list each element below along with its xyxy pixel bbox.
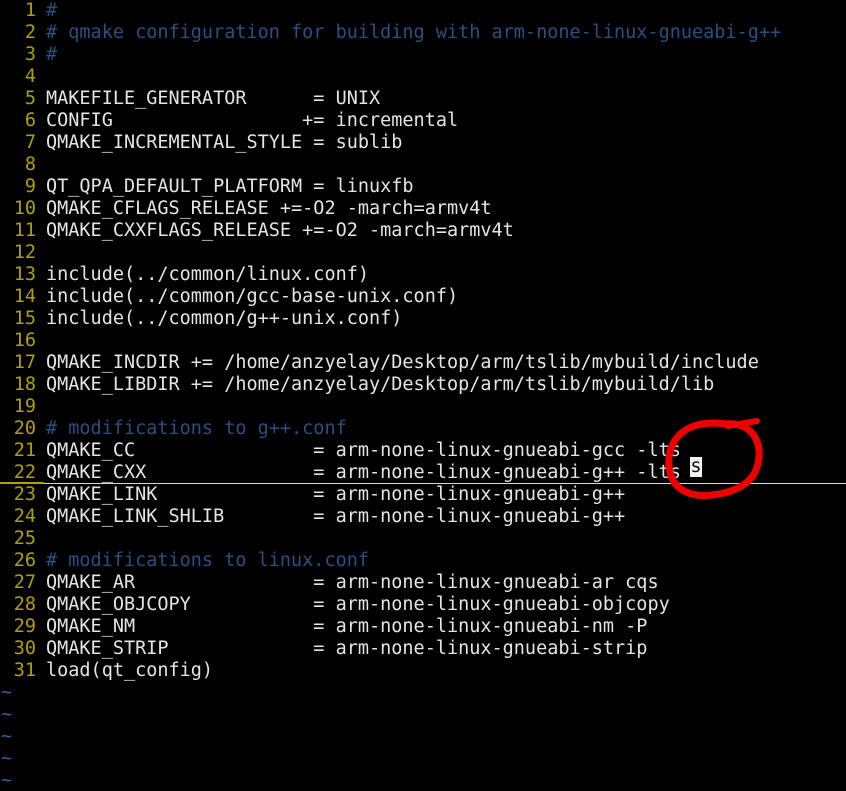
line-number: 12 xyxy=(13,242,36,263)
line-number: 28 xyxy=(13,594,36,615)
code-line-text: QMAKE_INCDIR += /home/anzyelay/Desktop/a… xyxy=(46,352,759,373)
code-line[interactable]: 29 QMAKE_NM = arm-none-linux-gnueabi-nm -… xyxy=(0,616,846,638)
code-line[interactable]: 11 QMAKE_CXXFLAGS_RELEASE +=-O2 -march=ar… xyxy=(0,220,846,242)
code-line[interactable]: 22 QMAKE_CXX = arm-none-linux-gnueabi-g++… xyxy=(0,462,846,484)
code-comment-text: # xyxy=(46,0,58,21)
code-line[interactable]: 25 xyxy=(0,528,846,550)
code-line-text: QMAKE_AR = arm-none-linux-gnueabi-ar cqs xyxy=(46,572,659,593)
line-number: 16 xyxy=(13,330,36,351)
code-line[interactable]: 4 xyxy=(0,66,846,88)
code-line-text: QMAKE_CXX = arm-none-linux-gnueabi-g++ -… xyxy=(46,462,681,483)
code-line[interactable]: 20 # modifications to g++.conf xyxy=(0,418,846,440)
line-number: 24 xyxy=(13,506,36,527)
code-line[interactable]: 10 QMAKE_CFLAGS_RELEASE +=-O2 -march=armv… xyxy=(0,198,846,220)
code-line-text: QMAKE_OBJCOPY = arm-none-linux-gnueabi-o… xyxy=(46,594,670,615)
code-line-text: include(../common/gcc-base-unix.conf) xyxy=(46,286,459,307)
code-comment-text: # modifications to g++.conf xyxy=(46,418,347,439)
code-comment-text: # qmake configuration for building with … xyxy=(46,22,782,43)
code-line-text: include(../common/g++-unix.conf) xyxy=(46,308,403,329)
line-number: 25 xyxy=(13,528,36,549)
empty-line-marker: ~ xyxy=(1,770,13,791)
code-comment-text: # xyxy=(46,44,58,65)
line-number: 23 xyxy=(13,484,36,505)
line-number: 4 xyxy=(24,66,36,87)
code-line[interactable]: 30 QMAKE_STRIP = arm-none-linux-gnueabi-s… xyxy=(0,638,846,660)
line-number: 8 xyxy=(24,154,36,175)
vim-terminal-window: 1 #2 # qmake configuration for building wi… xyxy=(0,0,846,791)
code-line[interactable]: 15 include(../common/g++-unix.conf) xyxy=(0,308,846,330)
empty-line-marker: ~ xyxy=(1,704,13,725)
code-line-text: QMAKE_CXXFLAGS_RELEASE +=-O2 -march=armv… xyxy=(46,220,514,241)
code-line-text: QMAKE_LINK_SHLIB = arm-none-linux-gnueab… xyxy=(46,506,626,527)
code-line-text: QMAKE_STRIP = arm-none-linux-gnueabi-str… xyxy=(46,638,648,659)
line-number: 3 xyxy=(24,44,36,65)
line-number: 30 xyxy=(13,638,36,659)
line-number: 27 xyxy=(13,572,36,593)
code-line-text: QMAKE_NM = arm-none-linux-gnueabi-nm -P xyxy=(46,616,648,637)
code-line[interactable]: 31 load(qt_config) xyxy=(0,660,846,682)
code-line-text: QMAKE_CFLAGS_RELEASE +=-O2 -march=armv4t xyxy=(46,198,492,219)
line-number: 14 xyxy=(13,286,36,307)
empty-line-marker: ~ xyxy=(1,726,13,747)
line-number: 22 xyxy=(13,462,36,483)
code-line-text: CONFIG += incremental xyxy=(46,110,459,131)
code-line-text: QT_QPA_DEFAULT_PLATFORM = linuxfb xyxy=(46,176,414,197)
code-line[interactable]: 9 QT_QPA_DEFAULT_PLATFORM = linuxfb xyxy=(0,176,846,198)
line-number: 21 xyxy=(13,440,36,461)
empty-line-marker: ~ xyxy=(1,682,13,703)
code-line[interactable]: 19 xyxy=(0,396,846,418)
text-cursor: s xyxy=(690,456,702,477)
code-line[interactable]: 18 QMAKE_LIBDIR += /home/anzyelay/Desktop… xyxy=(0,374,846,396)
line-number: 26 xyxy=(13,550,36,571)
line-number: 6 xyxy=(24,110,36,131)
code-line-text: load(qt_config) xyxy=(46,660,214,681)
code-line-text: QMAKE_INCREMENTAL_STYLE = sublib xyxy=(46,132,403,153)
line-number: 15 xyxy=(13,308,36,329)
code-line[interactable]: 24 QMAKE_LINK_SHLIB = arm-none-linux-gnue… xyxy=(0,506,846,528)
code-line-text: QMAKE_LINK = arm-none-linux-gnueabi-g++ xyxy=(46,484,626,505)
line-number: 10 xyxy=(13,198,36,219)
line-number: 5 xyxy=(24,88,36,109)
line-number: 7 xyxy=(24,132,36,153)
line-number: 17 xyxy=(13,352,36,373)
line-number: 19 xyxy=(13,396,36,417)
code-line[interactable]: 27 QMAKE_AR = arm-none-linux-gnueabi-ar c… xyxy=(0,572,846,594)
line-number: 9 xyxy=(24,176,36,197)
empty-line-marker: ~ xyxy=(1,748,13,769)
code-line[interactable]: 2 # qmake configuration for building with… xyxy=(0,22,846,44)
code-line[interactable]: 16 xyxy=(0,330,846,352)
line-number: 13 xyxy=(13,264,36,285)
code-line[interactable]: 17 QMAKE_INCDIR += /home/anzyelay/Desktop… xyxy=(0,352,846,374)
code-line[interactable]: 5 MAKEFILE_GENERATOR = UNIX xyxy=(0,88,846,110)
code-line[interactable]: 1 # xyxy=(0,0,846,22)
code-line-text: QMAKE_CC = arm-none-linux-gnueabi-gcc -l… xyxy=(46,440,681,461)
line-number: 20 xyxy=(13,418,36,439)
code-line[interactable]: 3 # xyxy=(0,44,846,66)
code-line[interactable]: 8 xyxy=(0,154,846,176)
code-line[interactable]: 7 QMAKE_INCREMENTAL_STYLE = sublib xyxy=(0,132,846,154)
line-number: 29 xyxy=(13,616,36,637)
vim-editor-buffer[interactable]: 1 #2 # qmake configuration for building wi… xyxy=(0,0,846,791)
line-number: 2 xyxy=(24,22,36,43)
code-line[interactable]: 12 xyxy=(0,242,846,264)
code-line[interactable]: 26 # modifications to linux.conf xyxy=(0,550,846,572)
code-line[interactable]: 21 QMAKE_CC = arm-none-linux-gnueabi-gcc … xyxy=(0,440,846,462)
line-number: 31 xyxy=(13,660,36,681)
code-line[interactable]: 28 QMAKE_OBJCOPY = arm-none-linux-gnueabi… xyxy=(0,594,846,616)
code-line-text: QMAKE_LIBDIR += /home/anzyelay/Desktop/a… xyxy=(46,374,715,395)
code-line-text: include(../common/linux.conf) xyxy=(46,264,370,285)
code-line[interactable]: 14 include(../common/gcc-base-unix.conf) xyxy=(0,286,846,308)
code-line[interactable]: 13 include(../common/linux.conf) xyxy=(0,264,846,286)
code-line[interactable]: 23 QMAKE_LINK = arm-none-linux-gnueabi-g+… xyxy=(0,484,846,506)
code-line-text: MAKEFILE_GENERATOR = UNIX xyxy=(46,88,381,109)
code-line[interactable]: 6 CONFIG += incremental xyxy=(0,110,846,132)
code-comment-text: # modifications to linux.conf xyxy=(46,550,370,571)
line-number: 1 xyxy=(24,0,36,21)
line-number: 18 xyxy=(13,374,36,395)
line-number: 11 xyxy=(13,220,36,241)
